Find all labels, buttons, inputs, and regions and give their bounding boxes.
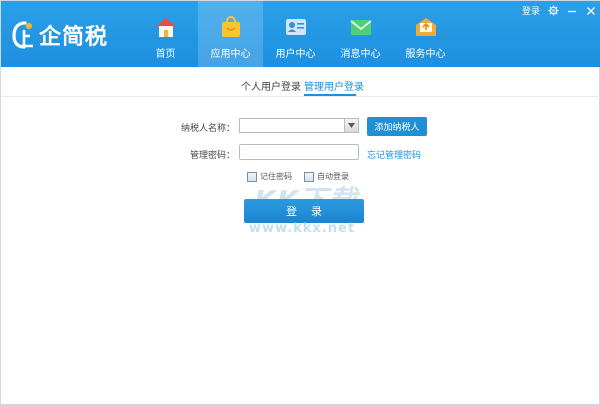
nav-label-user: 用户中心	[275, 49, 316, 60]
logo-text: 企简税	[39, 25, 109, 50]
tab-admin-login[interactable]: 管理用户登录	[304, 78, 364, 93]
watermark-url: www.kkx.net	[249, 221, 356, 236]
active-tab-indicator	[304, 94, 356, 96]
taxpayer-select[interactable]	[239, 118, 359, 133]
nav-label-home: 首页	[155, 49, 176, 60]
nav-label-apps: 应用中心	[210, 49, 251, 60]
minimize-icon	[568, 10, 576, 12]
password-label: 管理密码：	[189, 151, 235, 161]
minimize-button[interactable]	[566, 5, 578, 17]
nav-label-service: 服务中心	[405, 49, 446, 60]
close-icon	[587, 6, 595, 15]
service-mail-icon	[415, 18, 436, 36]
logo-icon	[12, 21, 33, 49]
app-window: 企简税 首页 应用中心 用户中心 消息中心 服务中心 登录 个人用户登录 管理用…	[0, 0, 600, 405]
login-button[interactable]: 登录	[244, 199, 364, 223]
nav-item-user[interactable]: 用户中心	[263, 1, 328, 67]
taxpayer-label: 纳税人名称：	[180, 124, 235, 134]
login-link[interactable]: 登录	[522, 4, 540, 17]
home-icon	[155, 18, 176, 37]
gear-icon	[547, 5, 559, 16]
chevron-down-icon	[348, 123, 355, 128]
add-taxpayer-button[interactable]: 添加纳税人	[367, 117, 427, 136]
tab-personal-login[interactable]: 个人用户登录	[241, 78, 301, 93]
nav-item-service[interactable]: 服务中心	[393, 1, 458, 67]
login-tabs: 个人用户登录 管理用户登录	[1, 67, 600, 97]
nav-label-messages: 消息中心	[340, 49, 381, 60]
app-logo: 企简税	[11, 19, 108, 51]
user-card-icon	[285, 19, 306, 35]
nav-item-apps[interactable]: 应用中心	[198, 1, 263, 67]
nav-item-home[interactable]: 首页	[133, 1, 198, 67]
taxpayer-value	[240, 127, 243, 137]
password-input[interactable]	[239, 144, 359, 160]
window-controls: 登录	[522, 4, 597, 17]
nav-item-messages[interactable]: 消息中心	[328, 1, 393, 67]
close-button[interactable]	[585, 5, 597, 17]
settings-button[interactable]	[547, 5, 559, 17]
bag-icon	[221, 16, 240, 37]
header-bar: 企简税 首页 应用中心 用户中心 消息中心 服务中心 登录	[1, 1, 600, 67]
main-nav: 首页 应用中心 用户中心 消息中心 服务中心	[133, 1, 458, 67]
mail-icon	[350, 20, 371, 35]
forgot-password-link[interactable]: 忘记管理密码	[367, 148, 421, 161]
dropdown-button[interactable]	[344, 119, 358, 132]
